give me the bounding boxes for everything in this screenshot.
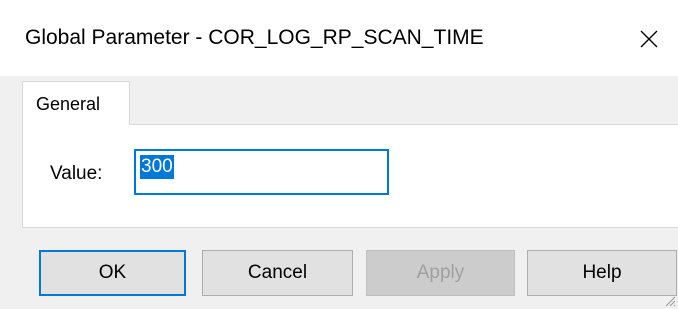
help-button-label: Help: [582, 262, 622, 283]
dialog-title: Global Parameter - COR_LOG_RP_SCAN_TIME: [25, 26, 484, 49]
resize-grip-icon[interactable]: [662, 293, 676, 307]
cancel-button-label: Cancel: [247, 262, 308, 283]
value-label: Value:: [50, 163, 103, 184]
ok-button-label: OK: [98, 262, 127, 283]
value-input[interactable]: 300: [134, 149, 389, 195]
apply-button[interactable]: Apply: [366, 250, 515, 296]
tab-general[interactable]: General: [22, 81, 130, 125]
apply-button-label: Apply: [416, 262, 465, 283]
ok-button[interactable]: OK: [39, 250, 186, 296]
tab-general-label: General: [36, 94, 101, 114]
dialog-window: Global Parameter - COR_LOG_RP_SCAN_TIME …: [0, 0, 678, 309]
title-bar[interactable]: Global Parameter - COR_LOG_RP_SCAN_TIME: [0, 0, 678, 76]
close-button[interactable]: [620, 8, 678, 70]
value-text: 300: [140, 155, 174, 179]
close-icon: [640, 30, 658, 48]
help-button[interactable]: Help: [527, 250, 677, 296]
cancel-button[interactable]: Cancel: [202, 250, 353, 296]
